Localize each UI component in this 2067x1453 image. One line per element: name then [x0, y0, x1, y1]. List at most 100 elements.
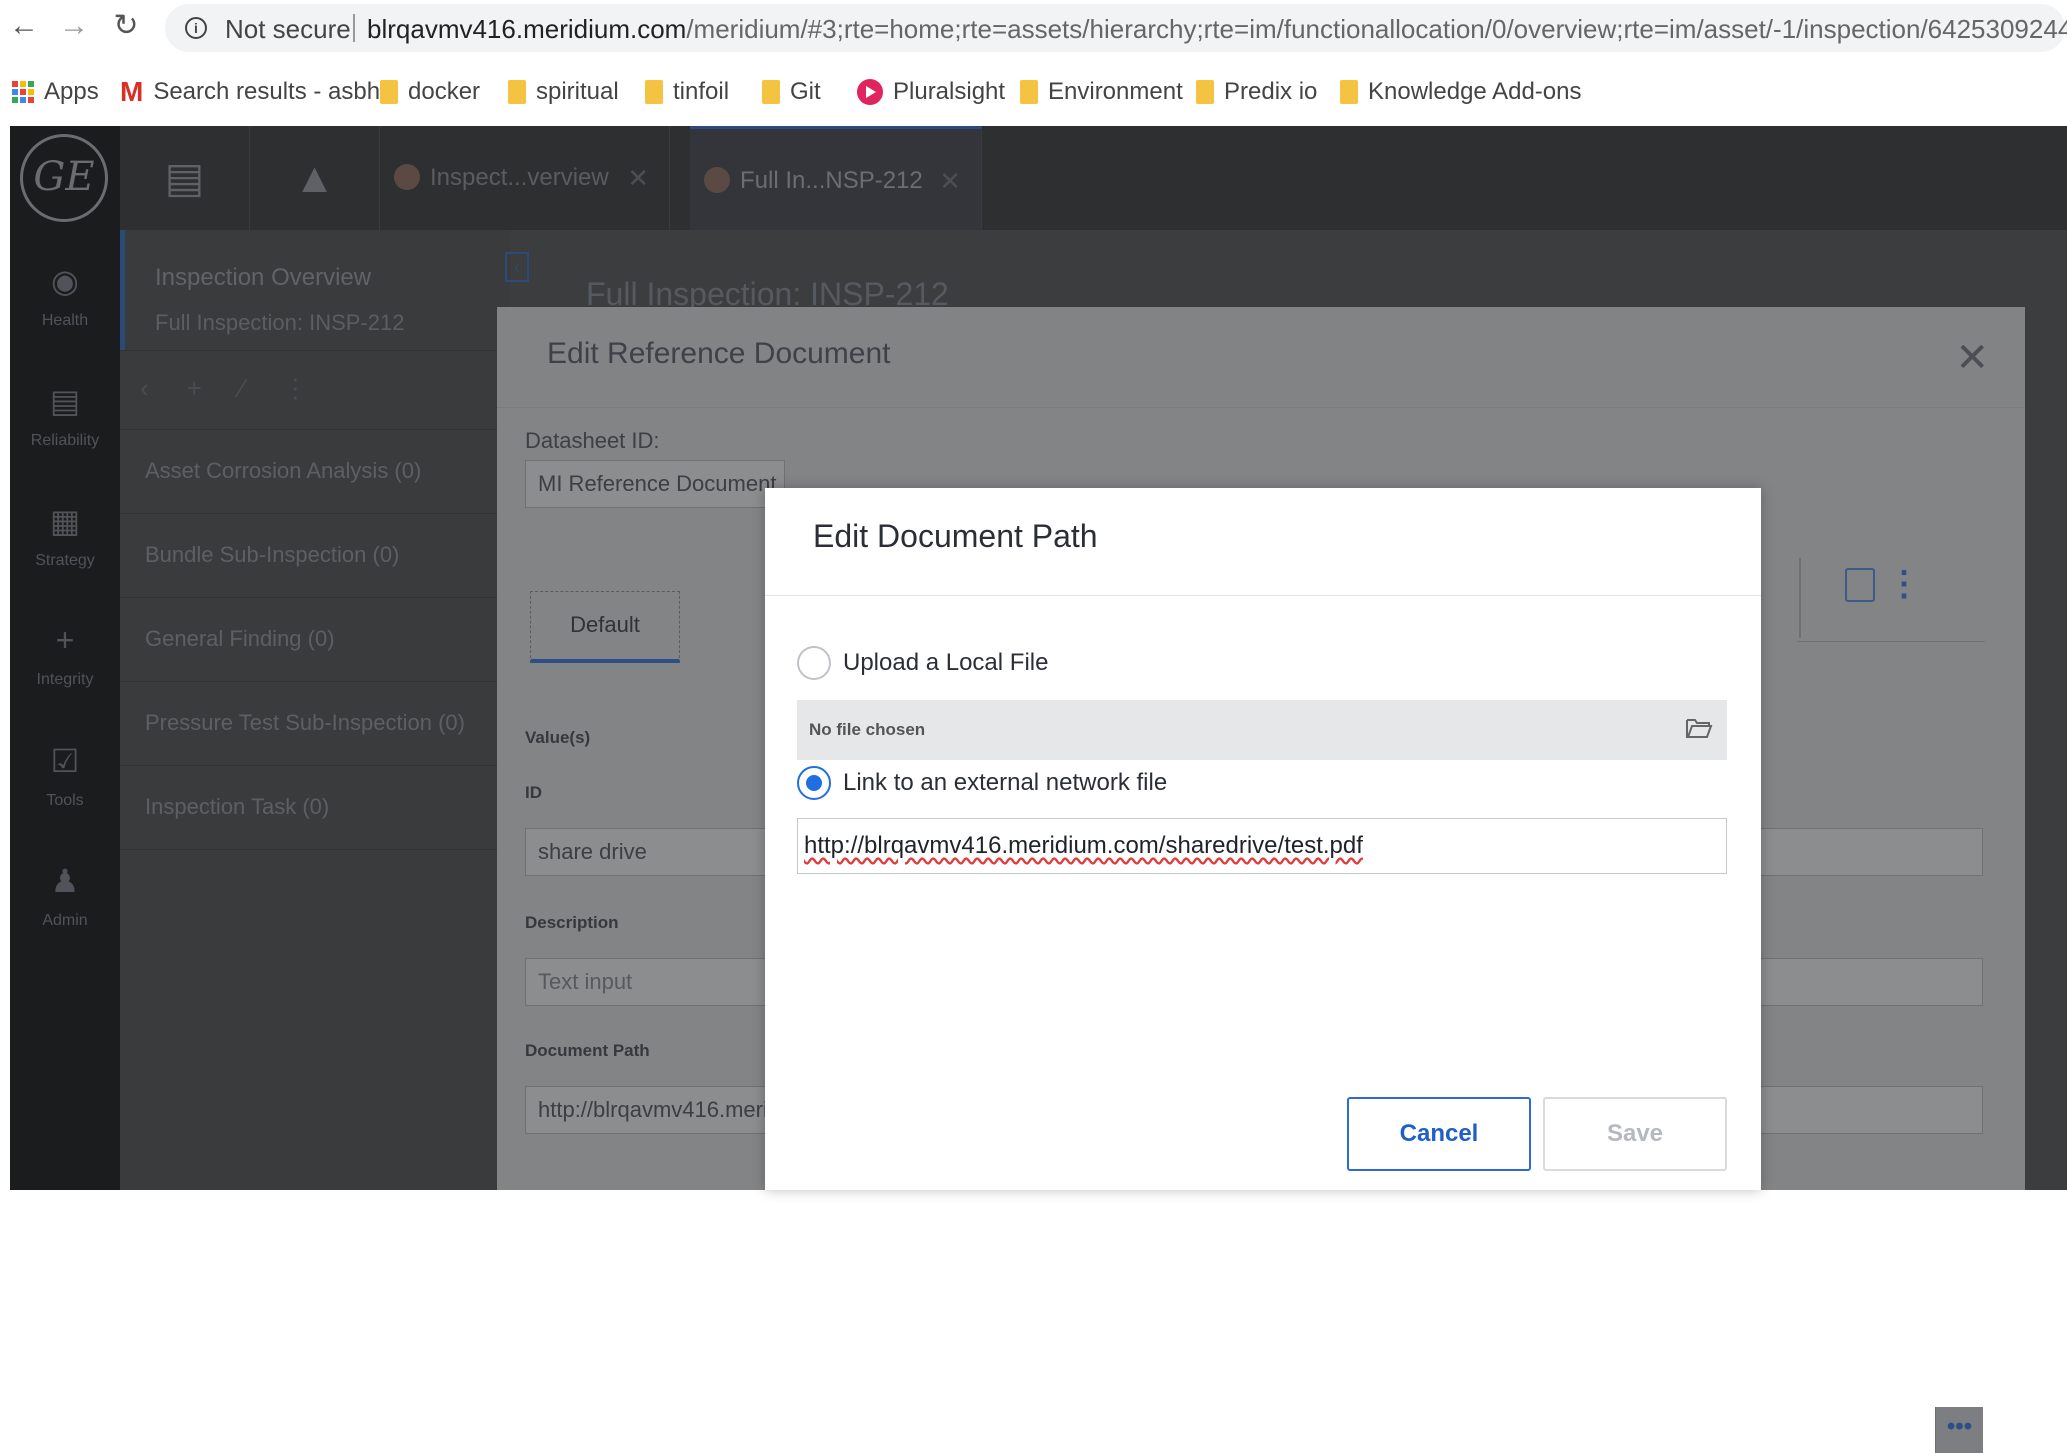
bookmark-label: Predix io [1224, 78, 1318, 105]
bookmark-environment[interactable]: Environment [1020, 76, 1183, 108]
folder-icon [1340, 80, 1358, 104]
rail-item-strategy[interactable]: ▦ Strategy [10, 502, 120, 570]
rail-label: Health [41, 312, 89, 329]
upload-radio[interactable] [797, 646, 831, 680]
sidebar-item[interactable]: Bundle Sub-Inspection (0) [120, 514, 510, 598]
rail-item-reliability[interactable]: ▤ Reliability [10, 382, 120, 450]
more-icon[interactable]: ⋮ [282, 373, 308, 429]
sidebar-toolbar: ‹ + ∕ ⋮ [120, 350, 510, 430]
sidebar-item[interactable]: Asset Corrosion Analysis (0) [120, 430, 510, 514]
apps-grid-icon [12, 81, 34, 103]
info-icon[interactable]: i [185, 17, 207, 39]
forward-icon[interactable]: → [56, 8, 92, 44]
bookmark-spiritual[interactable]: spiritual [508, 76, 619, 108]
bookmark-label: Apps [44, 78, 99, 105]
bookmarks-bar: Apps M Search results - asbh docker spir… [0, 66, 2067, 116]
url-separator [353, 14, 355, 42]
health-icon: ◉ [51, 263, 79, 299]
link-label: Link to an external network file [843, 769, 1168, 796]
strategy-icon: ▦ [49, 503, 81, 539]
browse-path-button[interactable]: ••• [1935, 1407, 1983, 1453]
reload-icon[interactable]: ↻ [108, 8, 144, 44]
description-label: Description [525, 913, 619, 932]
external-url-input[interactable]: http://blrqavmv416.meridium.com/sharedri… [797, 818, 1727, 874]
tab-label: Full In...NSP-212 [740, 167, 923, 194]
tab-full-inspection[interactable]: Full In...NSP-212 ✕ [690, 126, 982, 230]
bookmark-predix[interactable]: Predix io [1196, 76, 1317, 108]
rail-item-tools[interactable]: ☑ Tools [10, 742, 120, 810]
bookmark-git[interactable]: Git [762, 76, 821, 108]
tools-icon: ☑ [50, 743, 80, 779]
no-file-text: No file chosen [809, 720, 926, 739]
admin-icon: ♟ [50, 863, 80, 899]
bookmark-search-results[interactable]: M Search results - asbh [120, 76, 380, 108]
datasheet-select[interactable]: MI Reference Document [525, 460, 785, 508]
sidebar-title[interactable]: Inspection Overview [155, 264, 510, 292]
collapse-panel-button[interactable]: ‹ [505, 252, 529, 282]
toolbar-underline [1797, 641, 1985, 642]
url-text[interactable]: blrqavmv416.meridium.com/meridium/#3;rte… [367, 14, 2067, 45]
folder-icon [1020, 80, 1038, 104]
folder-open-icon[interactable] [1685, 716, 1713, 740]
rail-label: Admin [42, 912, 88, 929]
tab-inspection-overview[interactable]: Inspect...verview ✕ [380, 126, 670, 230]
add-icon[interactable]: + [187, 373, 202, 429]
address-bar[interactable]: i Not secure blrqavmv416.meridium.com/me… [165, 4, 2067, 52]
bookmark-label: Pluralsight [893, 78, 1006, 105]
more-options-icon[interactable]: ⋮ [1887, 564, 1921, 604]
folder-icon [380, 80, 398, 104]
file-chooser[interactable]: No file chosen [797, 700, 1727, 760]
rail-item-admin[interactable]: ♟ Admin [10, 862, 120, 930]
dashboard-icon[interactable]: ▤ [120, 126, 250, 230]
sidebar-header: Inspection Overview Full Inspection: INS… [120, 230, 510, 350]
rail-label: Tools [46, 792, 84, 809]
back-icon[interactable]: ← [6, 8, 42, 44]
back-icon[interactable]: ‹ [140, 373, 149, 429]
bookmark-label: Knowledge Add-ons [1368, 78, 1582, 105]
rail-label: Integrity [36, 671, 94, 688]
bookmark-knowledge-addons[interactable]: Knowledge Add-ons [1340, 76, 1582, 108]
gear-icon [704, 167, 730, 193]
ge-logo-icon: GE [20, 134, 108, 222]
folder-icon [645, 80, 663, 104]
save-button[interactable]: Save [1543, 1097, 1727, 1171]
bookmark-tinfoil[interactable]: tinfoil [645, 76, 729, 108]
browser-toolbar: ← → ↻ i Not secure blrqavmv416.meridium.… [0, 0, 2067, 54]
rail-label: Reliability [30, 432, 100, 449]
reliability-icon: ▤ [49, 383, 81, 419]
document-path-label: Document Path [525, 1041, 650, 1060]
sidebar-subtitle[interactable]: Full Inspection: INSP-212 [155, 310, 510, 336]
sidebar-item[interactable]: Pressure Test Sub-Inspection (0) [120, 682, 510, 766]
save-icon[interactable] [1845, 568, 1875, 602]
close-tab-icon[interactable]: ✕ [939, 129, 961, 233]
external-link-option[interactable]: Link to an external network file [797, 766, 1167, 800]
cancel-button[interactable]: Cancel [1347, 1097, 1531, 1171]
link-radio[interactable] [797, 766, 831, 800]
rail-item-health[interactable]: ◉ Health [10, 262, 120, 330]
rail-label: Strategy [35, 552, 95, 569]
nav-rail: GE ◉ Health ▤ Reliability ▦ Strategy + I… [10, 126, 120, 1190]
hierarchy-icon[interactable]: ▲ [250, 126, 380, 230]
upload-local-file-option[interactable]: Upload a Local File [797, 646, 1048, 680]
close-tab-icon[interactable]: ✕ [627, 126, 649, 230]
bookmark-apps[interactable]: Apps [12, 76, 99, 108]
bookmark-docker[interactable]: docker [380, 76, 480, 108]
bookmark-label: tinfoil [673, 78, 730, 105]
sidebar-item[interactable]: Inspection Task (0) [120, 766, 510, 850]
close-icon[interactable]: ✕ [1955, 335, 1989, 381]
folder-icon [508, 80, 526, 104]
bookmark-label: Git [790, 78, 821, 105]
bookmark-pluralsight[interactable]: Pluralsight [857, 76, 1005, 108]
integrity-icon: + [55, 622, 75, 658]
folder-icon [1196, 80, 1214, 104]
gmail-icon: M [120, 76, 144, 107]
datasheet-label: Datasheet ID: [525, 428, 660, 453]
rail-item-integrity[interactable]: + Integrity [10, 622, 120, 689]
modal-title: Edit Reference Document [547, 337, 891, 370]
bookmark-label: Search results - asbh [153, 78, 381, 105]
sidebar-item[interactable]: General Finding (0) [120, 598, 510, 682]
link-icon[interactable]: ∕ [240, 373, 244, 429]
not-secure-label: Not secure [225, 14, 351, 44]
upload-label: Upload a Local File [843, 649, 1049, 676]
tab-default[interactable]: Default [530, 591, 680, 663]
